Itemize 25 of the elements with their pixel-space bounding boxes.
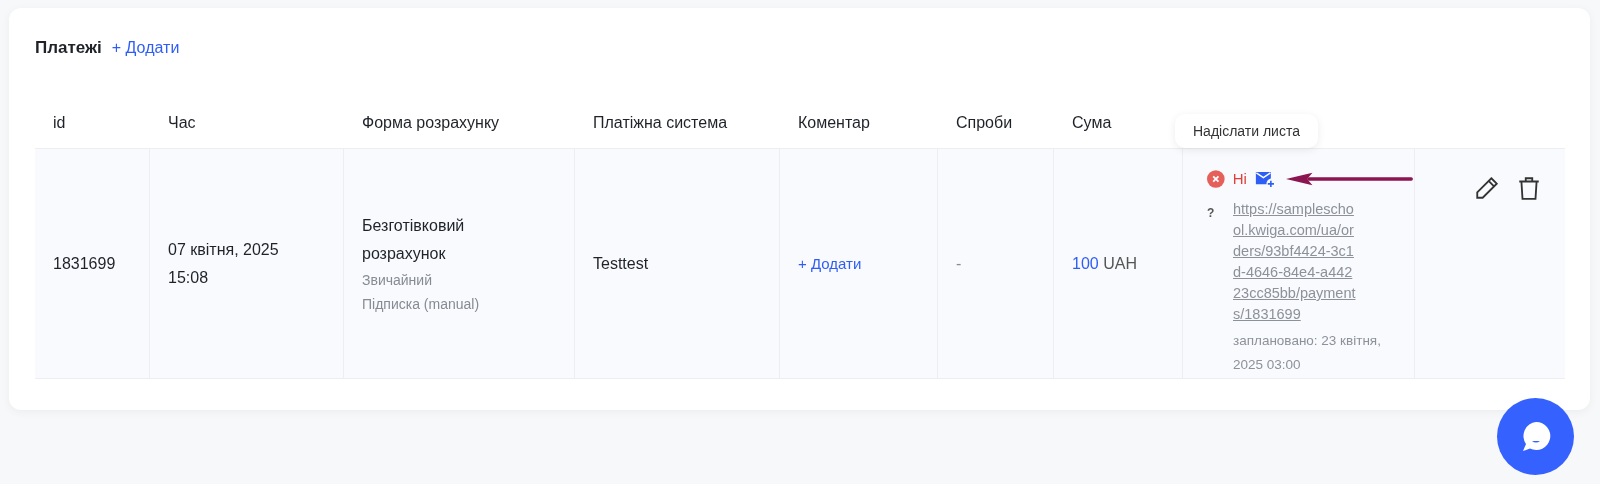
column-header: id <box>53 114 66 132</box>
scheduled-text: заплановано: 23 квітня, 2025 03:00 <box>1233 332 1382 374</box>
table-cell-text: - <box>956 253 963 274</box>
column-header: Час <box>168 114 196 132</box>
add-comment-link[interactable]: + Додати <box>798 249 919 278</box>
table-cell-text: Testtest <box>593 253 650 274</box>
tooltip: Надіслати листа <box>1175 114 1318 148</box>
order-link[interactable]: https://sampleschool.kwiga.com/ua/orders/93bf4424-3c1d-4646-84e4-a44223cc85bb/payments/1831699 <box>1233 199 1357 325</box>
help-mark: ? <box>1207 205 1216 222</box>
payment-form-title: Безготівковий розрахунок <box>362 215 466 264</box>
column-header: Платіжна система <box>593 114 728 132</box>
mail-plus-icon[interactable] <box>1254 170 1275 188</box>
column-header: Сума <box>1072 114 1112 132</box>
column-header: Спроби <box>956 114 1013 132</box>
column-header: Форма розрахунку <box>362 114 500 132</box>
payment-form-detail: Підписка (manual) <box>362 294 481 314</box>
currency: UAH <box>1103 254 1137 272</box>
table-cell-text: 1831699 <box>53 253 117 274</box>
payment-form-detail: Звичайний <box>362 270 433 290</box>
column-header: Коментар <box>798 114 870 132</box>
table-cell-text: 07 квітня, 2025 15:08 <box>168 239 280 288</box>
status-label: Ні <box>1232 169 1247 189</box>
add-link[interactable]: + Додати <box>111 39 180 57</box>
amount-value: 100 <box>1072 254 1099 272</box>
section-title: Платежі <box>35 38 102 58</box>
